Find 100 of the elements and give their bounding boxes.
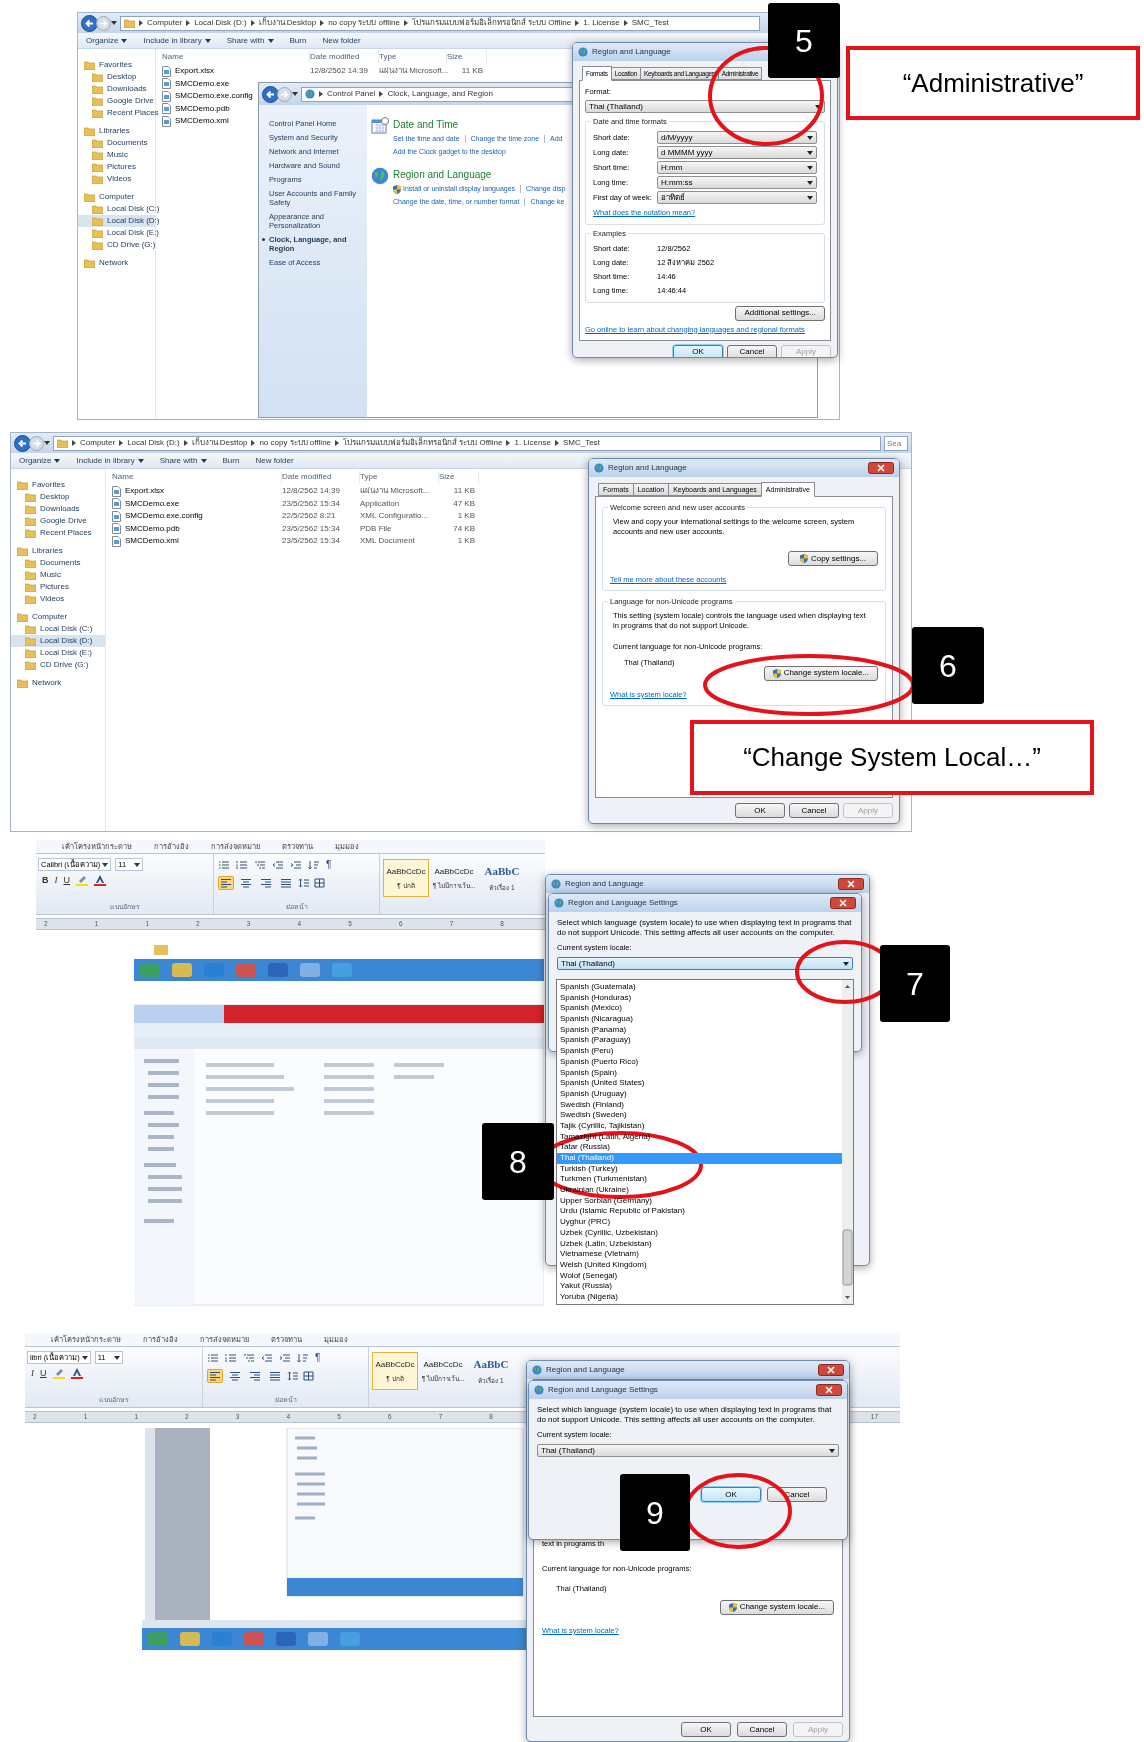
borders-icon[interactable]: [303, 1371, 315, 1381]
dropdown-field[interactable]: อาทิตย์: [657, 191, 817, 205]
increase-indent-icon[interactable]: [290, 859, 302, 870]
dropdown-field[interactable]: H:mm: [657, 161, 817, 175]
nav-item[interactable]: Videos: [78, 173, 155, 185]
list-option[interactable]: Spanish (Paraguay): [557, 1035, 842, 1047]
forward-button[interactable]: [96, 15, 111, 31]
list-option[interactable]: Uzbek (Latin, Uzbekistan): [557, 1238, 842, 1250]
format-button[interactable]: I: [31, 1368, 34, 1379]
justify-button[interactable]: [267, 1369, 283, 1383]
align-center-button[interactable]: [238, 876, 254, 890]
dropdown-field[interactable]: d MMMM yyyy: [657, 146, 817, 160]
nav-item[interactable]: Favorites: [78, 59, 155, 71]
column-header[interactable]: Date modified: [282, 471, 360, 483]
dropdown-field[interactable]: Thai (Thailand): [537, 1444, 839, 1458]
list-option[interactable]: Turkish (Turkey): [557, 1163, 842, 1175]
list-option[interactable]: Turkmen (Turkmenistan): [557, 1174, 842, 1186]
show-marks-button[interactable]: ¶: [326, 859, 332, 870]
list-option[interactable]: Spanish (Peru): [557, 1046, 842, 1057]
breadcrumb-item[interactable]: SMC_Test: [631, 17, 669, 29]
forward-button[interactable]: [277, 86, 292, 102]
list-option[interactable]: Yoruba (Nigeria): [557, 1291, 842, 1303]
toolbar-button[interactable]: Organize: [19, 454, 61, 467]
file-name[interactable]: Export.xlsx: [175, 65, 215, 78]
decrease-indent-icon[interactable]: [272, 859, 284, 870]
align-right-button[interactable]: [247, 1369, 263, 1383]
nav-item[interactable]: Videos: [11, 593, 105, 605]
align-left-button[interactable]: [218, 876, 234, 890]
dropdown-field[interactable]: Thai (Thailand): [557, 957, 853, 971]
toolbar-button[interactable]: New folder: [255, 454, 294, 467]
column-header[interactable]: Type: [379, 51, 447, 63]
list-option[interactable]: Uzbek (Cyrillic, Uzbekistan): [557, 1227, 842, 1239]
nav-item[interactable]: Computer: [78, 191, 155, 203]
format-button[interactable]: B: [42, 875, 49, 886]
nav-item[interactable]: Network: [11, 677, 105, 689]
list-option[interactable]: Yakut (Russia): [557, 1281, 842, 1292]
close-button[interactable]: [816, 1384, 842, 1396]
line-spacing-icon[interactable]: [298, 878, 310, 888]
file-name[interactable]: SMCDemo.xml: [125, 535, 179, 548]
list-option[interactable]: Spanish (Puerto Rico): [557, 1056, 842, 1068]
toolbar-button[interactable]: Include in library: [143, 34, 211, 47]
list-option[interactable]: Spanish (Honduras): [557, 992, 842, 1004]
dialog-button[interactable]: Copy settings...: [788, 551, 878, 566]
borders-icon[interactable]: [314, 878, 326, 888]
dialog-button[interactable]: Change system locale...: [719, 1599, 834, 1615]
file-name[interactable]: SMCDemo.exe: [125, 497, 180, 510]
column-header[interactable]: Size: [447, 51, 487, 63]
toolbar-button[interactable]: Include in library: [76, 454, 144, 467]
column-header[interactable]: Name: [162, 51, 310, 63]
toolbar-button[interactable]: Burn: [222, 454, 240, 467]
file-name[interactable]: SMCDemo.exe.config: [125, 510, 203, 523]
dialog-button[interactable]: OK: [701, 1487, 761, 1503]
address-bar[interactable]: Computer Local Disk (D:) เก็บงาน Desktop no copy ระบบ offline โปรแกรมแบบฟอร์มอิเล็กทรอนิกส์ ระบบ Offline 1. License SMC_Test: [120, 15, 760, 31]
close-button[interactable]: [838, 878, 864, 890]
font-color-icon[interactable]: [94, 875, 106, 886]
toolbar-button[interactable]: Share with: [226, 34, 274, 47]
nav-item[interactable]: CD Drive (G:): [11, 659, 105, 671]
format-button[interactable]: U: [40, 1368, 47, 1379]
list-option[interactable]: Uyghur (PRC): [557, 1217, 842, 1228]
nav-item[interactable]: Downloads: [11, 503, 105, 515]
nav-item[interactable]: Libraries: [78, 125, 155, 137]
nav-item[interactable]: Local Disk (C:): [11, 623, 105, 635]
breadcrumb-item[interactable]: Local Disk (D:): [127, 437, 180, 449]
breadcrumb-item[interactable]: Clock, Language, and Region: [387, 88, 493, 100]
nav-item[interactable]: Desktop: [78, 71, 155, 83]
dialog-button[interactable]: OK: [735, 803, 785, 818]
font-color-icon[interactable]: [70, 1368, 83, 1379]
list-option[interactable]: Spanish (Guatemala): [557, 982, 842, 993]
nav-item[interactable]: Pictures: [11, 581, 105, 593]
nav-item[interactable]: Recent Places: [11, 527, 105, 539]
align-left-button[interactable]: [207, 1369, 223, 1383]
column-header[interactable]: Name: [112, 471, 282, 483]
multilevel-list-icon[interactable]: [243, 1352, 255, 1363]
dialog-button[interactable]: Additional settings...: [735, 305, 825, 321]
toolbar-button[interactable]: New folder: [322, 34, 361, 47]
file-name[interactable]: SMCDemo.xml: [175, 115, 229, 128]
list-option[interactable]: Swedish (Finland): [557, 1099, 842, 1111]
dialog-button[interactable]: OK: [673, 344, 723, 357]
highlighter-icon[interactable]: [76, 875, 88, 886]
file-name[interactable]: SMCDemo.pdb: [125, 522, 180, 535]
dialog-button[interactable]: Cancel: [737, 1722, 787, 1737]
nav-item[interactable]: Local Disk (D:): [11, 635, 105, 647]
decrease-indent-icon[interactable]: [261, 1352, 273, 1363]
nav-item[interactable]: CD Drive (G:): [78, 239, 155, 251]
address-bar[interactable]: Computer Local Disk (D:) เก็บงาน Desttop no copy ระบบ offline โปรแกรมแบบฟอร์มอิเล็กทรอนิกส์ ระบบ Offline 1. License SMC_Test: [53, 435, 881, 451]
file-name[interactable]: SMCDemo.pdb: [175, 102, 230, 115]
category-title[interactable]: Date and Time: [393, 117, 563, 132]
highlighter-icon[interactable]: [52, 1368, 65, 1379]
column-header[interactable]: Type: [360, 471, 439, 483]
nav-item[interactable]: Desktop: [11, 491, 105, 503]
toolbar-button[interactable]: Share with: [159, 454, 207, 467]
breadcrumb-item[interactable]: Computer: [80, 437, 116, 449]
breadcrumb-item[interactable]: SMC_Test: [562, 437, 600, 449]
align-center-button[interactable]: [227, 1369, 243, 1383]
category-title[interactable]: Region and Language: [393, 167, 566, 182]
breadcrumb-item[interactable]: Local Disk (D:): [194, 17, 247, 29]
toolbar-button[interactable]: Burn: [289, 34, 307, 47]
breadcrumb-item[interactable]: Computer: [147, 17, 183, 29]
nav-item[interactable]: Documents: [78, 137, 155, 149]
close-button[interactable]: [818, 1364, 844, 1376]
